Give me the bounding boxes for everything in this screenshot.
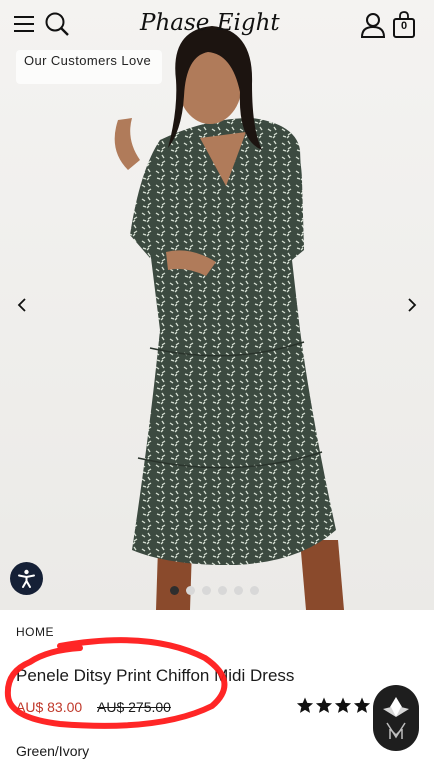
chevron-left-icon[interactable] <box>14 296 32 314</box>
chat-widget-button[interactable] <box>373 685 419 751</box>
carousel-dot[interactable] <box>250 586 259 595</box>
carousel-dots <box>170 586 270 596</box>
product-page: Phase Eight 0 Our Customers Love HOME Pe… <box>0 0 434 768</box>
account-icon[interactable] <box>361 12 385 38</box>
original-price: AU$ 275.00 <box>97 699 171 715</box>
search-icon[interactable] <box>44 11 70 37</box>
accessibility-button[interactable] <box>10 562 43 595</box>
bag-icon[interactable]: 0 <box>392 11 416 38</box>
sale-price: AU$ 83.00 <box>16 699 83 715</box>
carousel-dot[interactable] <box>202 586 211 595</box>
chevron-right-icon[interactable] <box>402 296 420 314</box>
bag-count: 0 <box>400 20 408 32</box>
customers-love-badge: Our Customers Love <box>16 50 162 84</box>
star-icon <box>315 697 333 713</box>
star-icon <box>334 697 352 713</box>
menu-icon[interactable] <box>14 16 34 32</box>
carousel-dot[interactable] <box>186 586 195 595</box>
carousel-dot[interactable] <box>234 586 243 595</box>
star-icon <box>353 697 371 713</box>
accessibility-icon <box>18 569 35 588</box>
site-header: Phase Eight 0 <box>0 0 434 48</box>
colour-label: Green/Ivory <box>16 743 90 759</box>
star-icon <box>296 697 314 713</box>
carousel-dot[interactable] <box>218 586 227 595</box>
chat-logo-icon <box>383 697 409 739</box>
breadcrumb-home[interactable]: HOME <box>16 625 54 639</box>
product-title: Penele Ditsy Print Chiffon Midi Dress <box>16 666 295 685</box>
rating-stars[interactable] <box>296 696 376 716</box>
carousel-dot[interactable] <box>170 586 179 595</box>
brand-logo[interactable]: Phase Eight <box>138 6 286 40</box>
product-image-carousel[interactable]: Phase Eight 0 Our Customers Love <box>0 0 434 610</box>
product-photo <box>0 0 434 610</box>
svg-text:Phase Eight: Phase Eight <box>139 10 280 36</box>
